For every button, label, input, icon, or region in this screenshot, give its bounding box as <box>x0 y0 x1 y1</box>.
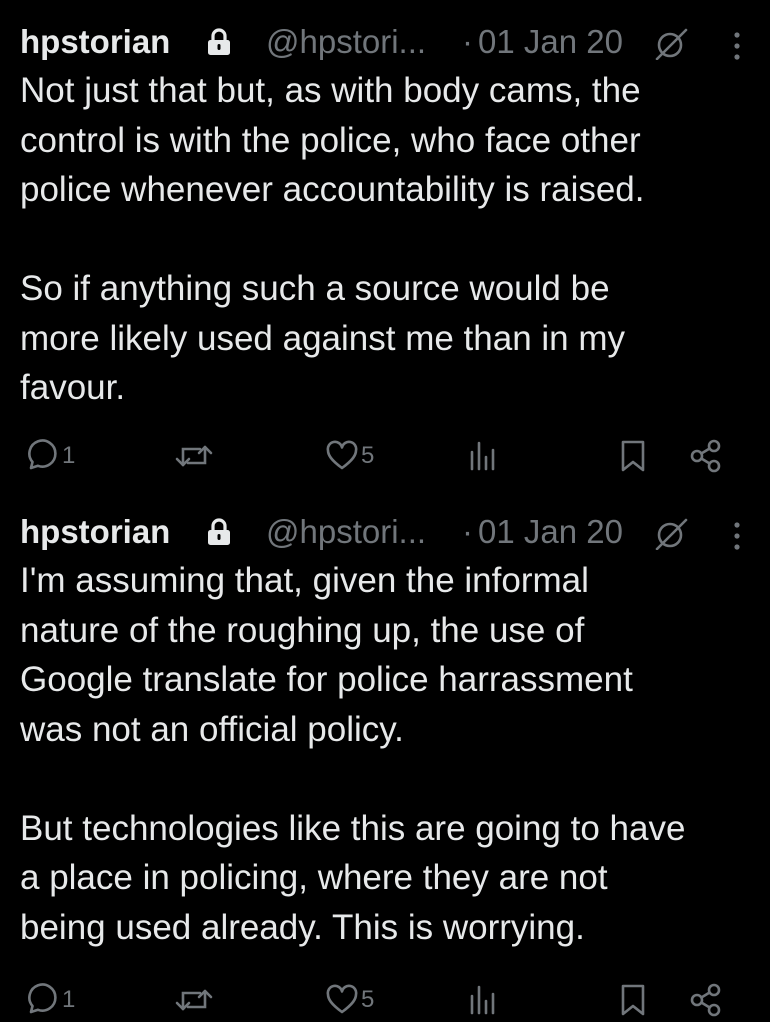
views-icon <box>470 985 495 1015</box>
reply-count: 1 <box>62 986 76 1013</box>
reply-icon <box>28 439 57 470</box>
share-icon <box>690 983 721 1017</box>
bookmark-icon <box>621 440 645 472</box>
like-count: 5 <box>361 986 375 1013</box>
reply-button[interactable]: 1 <box>22 434 75 478</box>
tweet-date[interactable]: 01 Jan 20 <box>478 20 623 64</box>
like-count: 5 <box>361 442 375 469</box>
views-button[interactable] <box>466 434 500 478</box>
action-bar: 1 5 <box>0 978 770 1022</box>
no-sign-icon <box>655 28 688 60</box>
action-bar: 1 5 <box>0 434 770 478</box>
views-button[interactable] <box>466 978 500 1022</box>
views-icon <box>470 441 495 471</box>
tweet-date[interactable]: 01 Jan 20 <box>478 510 623 554</box>
tweet-text: I'm assuming that, given the informal na… <box>20 561 686 947</box>
retweet-button[interactable] <box>174 978 214 1022</box>
bookmark-button[interactable] <box>618 978 648 1022</box>
lock-icon <box>208 28 230 55</box>
bookmark-icon <box>621 984 645 1016</box>
lock-icon <box>208 518 230 545</box>
display-name[interactable]: hpstorian <box>20 510 170 554</box>
reply-button[interactable]: 1 <box>22 978 75 1022</box>
like-button[interactable]: 5 <box>325 434 374 478</box>
tweet-header: hpstorian @hpstori... · 01 Jan 20 <box>20 20 750 64</box>
separator-dot: · <box>462 513 473 550</box>
heart-icon <box>326 440 358 470</box>
share-icon <box>690 439 721 473</box>
no-sign-icon <box>655 518 688 550</box>
bookmark-button[interactable] <box>618 434 648 478</box>
more-vertical-icon[interactable] <box>732 30 742 62</box>
retweet-icon <box>175 445 213 467</box>
user-handle[interactable]: @hpstori... <box>266 20 426 64</box>
reply-icon <box>28 983 57 1014</box>
user-handle[interactable]: @hpstori... <box>266 510 426 554</box>
share-button[interactable] <box>688 978 724 1022</box>
reply-count: 1 <box>62 442 76 469</box>
separator-dot: · <box>462 23 473 60</box>
display-name[interactable]: hpstorian <box>20 20 170 64</box>
tweet-header: hpstorian @hpstori... · 01 Jan 20 <box>20 510 750 554</box>
share-button[interactable] <box>688 434 724 478</box>
retweet-button[interactable] <box>174 434 214 478</box>
retweet-icon <box>175 989 213 1011</box>
more-vertical-icon[interactable] <box>732 520 742 552</box>
heart-icon <box>326 984 358 1014</box>
tweet-text: Not just that but, as with body cams, th… <box>20 71 645 407</box>
like-button[interactable]: 5 <box>325 978 374 1022</box>
